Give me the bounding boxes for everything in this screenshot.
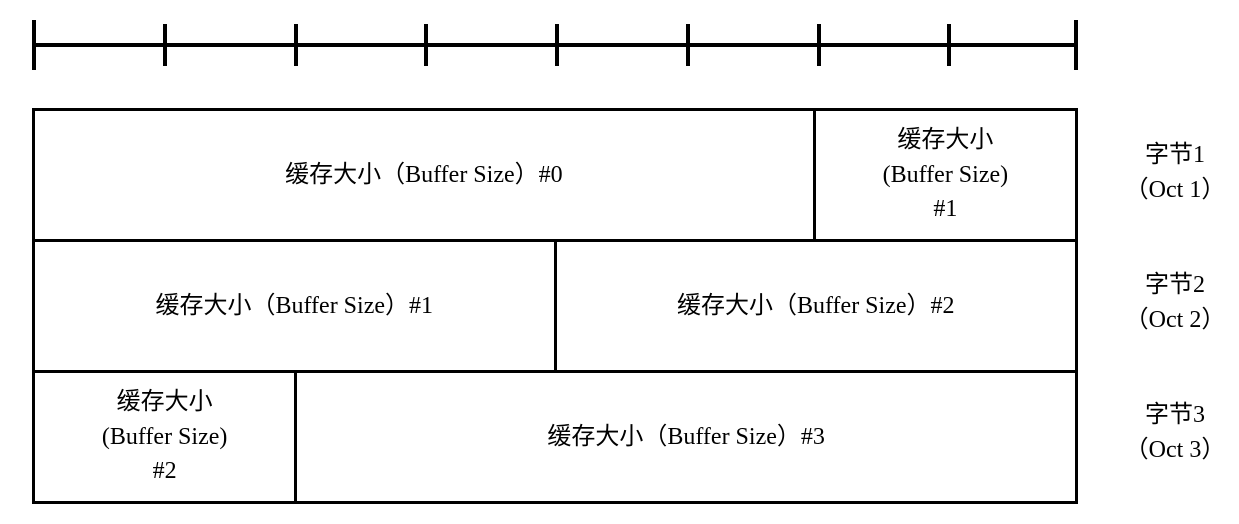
field-label: 缓存大小（Buffer Size）#3 — [547, 420, 825, 455]
field-label-line: #1 — [933, 192, 957, 227]
bit-ruler — [32, 20, 1078, 80]
table-row: 缓存大小 (Buffer Size) #2 缓存大小（Buffer Size）#… — [35, 370, 1075, 501]
field-cell: 缓存大小 (Buffer Size) #1 — [813, 111, 1075, 239]
octet-label-top: 字节1 — [1145, 142, 1205, 168]
ruler-tick — [555, 24, 559, 66]
field-label: 缓存大小（Buffer Size）#0 — [285, 158, 563, 193]
ruler-tick — [163, 24, 167, 66]
field-label: 缓存大小（Buffer Size）#1 — [155, 289, 433, 324]
ruler-tick — [32, 20, 36, 70]
field-cell: 缓存大小（Buffer Size）#2 — [554, 242, 1076, 370]
ruler-tick — [817, 24, 821, 66]
table-row: 缓存大小（Buffer Size）#0 缓存大小 (Buffer Size) #… — [35, 111, 1075, 239]
field-label-line: #2 — [153, 454, 177, 489]
field-label-line: (Buffer Size) — [102, 420, 228, 455]
field-label-line: 缓存大小 — [117, 385, 213, 420]
octet-label: 字节1 （Oct 1） — [1090, 138, 1239, 208]
ruler-tick — [294, 24, 298, 66]
field-cell: 缓存大小（Buffer Size）#0 — [35, 111, 813, 239]
octet-label-top: 字节3 — [1145, 402, 1205, 428]
bitfield-table: 缓存大小（Buffer Size）#0 缓存大小 (Buffer Size) #… — [32, 108, 1078, 504]
octet-label-bot: （Oct 1） — [1125, 177, 1226, 203]
octet-label-bot: （Oct 3） — [1125, 437, 1226, 463]
ruler-tick — [686, 24, 690, 66]
field-label-line: 缓存大小 — [897, 123, 993, 158]
field-label: 缓存大小（Buffer Size）#2 — [677, 289, 955, 324]
octet-label-bot: （Oct 2） — [1125, 307, 1226, 333]
ruler-tick — [947, 24, 951, 66]
field-label-line: (Buffer Size) — [883, 158, 1009, 193]
field-cell: 缓存大小（Buffer Size）#1 — [35, 242, 554, 370]
field-cell: 缓存大小（Buffer Size）#3 — [294, 373, 1075, 501]
ruler-tick — [1074, 20, 1078, 70]
octet-label: 字节3 （Oct 3） — [1090, 398, 1239, 468]
octet-label: 字节2 （Oct 2） — [1090, 268, 1239, 338]
diagram-root: 缓存大小（Buffer Size）#0 缓存大小 (Buffer Size) #… — [20, 20, 1220, 504]
field-cell: 缓存大小 (Buffer Size) #2 — [35, 373, 294, 501]
ruler-tick — [424, 24, 428, 66]
octet-label-top: 字节2 — [1145, 272, 1205, 298]
table-row: 缓存大小（Buffer Size）#1 缓存大小（Buffer Size）#2 — [35, 239, 1075, 370]
